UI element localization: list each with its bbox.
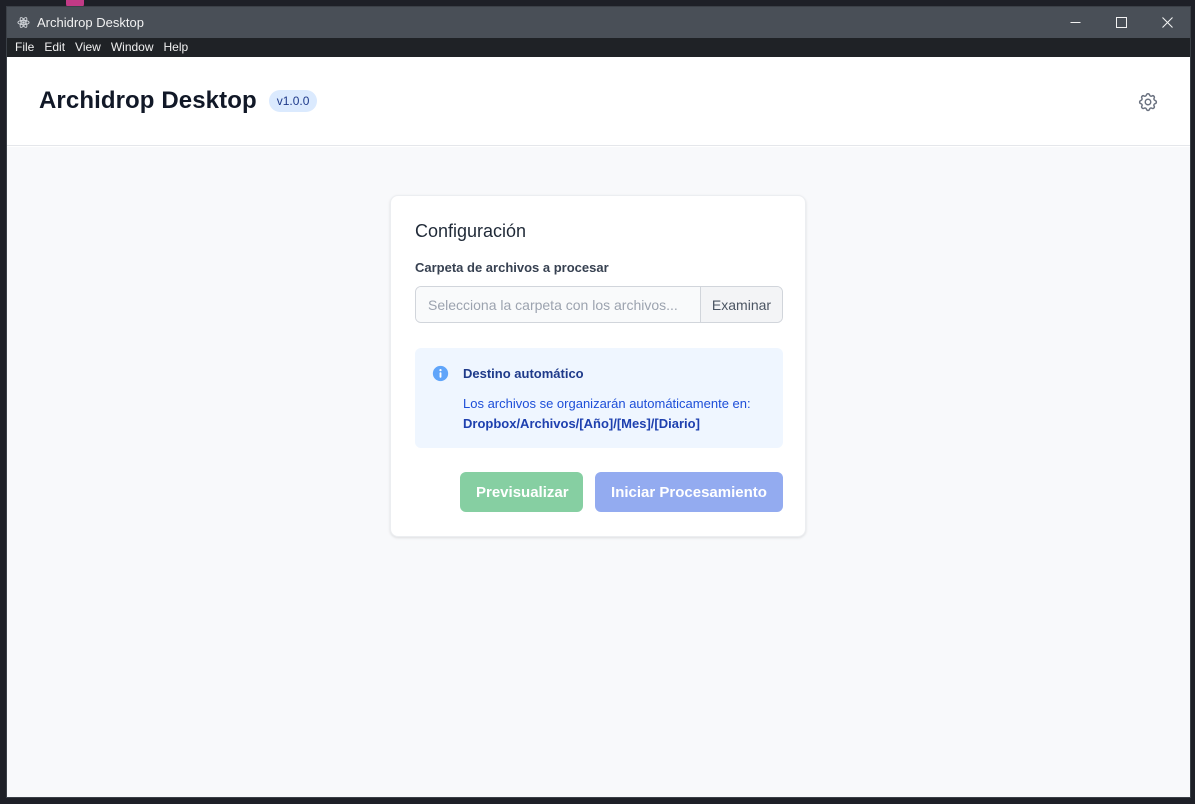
menu-help[interactable]: Help (159, 38, 194, 57)
maximize-button[interactable] (1098, 7, 1144, 38)
menu-edit[interactable]: Edit (39, 38, 70, 57)
action-buttons: Previsualizar Iniciar Procesamiento (415, 472, 783, 512)
menu-file[interactable]: File (10, 38, 39, 57)
menu-view[interactable]: View (70, 38, 106, 57)
start-processing-button[interactable]: Iniciar Procesamiento (595, 472, 783, 512)
card-title: Configuración (415, 221, 527, 241)
settings-button[interactable] (1136, 90, 1160, 114)
menu-bar: File Edit View Window Help (7, 38, 1190, 57)
destination-path: Dropbox/Archivos/[Año]/[Mes]/[Diario] (463, 416, 700, 431)
version-badge: v1.0.0 (268, 90, 318, 112)
folder-path-input[interactable] (416, 287, 700, 322)
configuration-card: Configuración Carpeta de archivos a proc… (390, 195, 806, 537)
folder-label: Carpeta de archivos a procesar (415, 260, 609, 275)
browse-button[interactable]: Examinar (700, 287, 782, 322)
minimize-button[interactable] (1052, 7, 1098, 38)
app-header: Archidrop Desktop v1.0.0 (7, 57, 1190, 146)
window-title: Archidrop Desktop (37, 15, 144, 30)
maximize-icon (1115, 17, 1127, 28)
page-title: Archidrop Desktop (39, 87, 257, 114)
close-window-button[interactable] (1144, 7, 1190, 38)
preview-button[interactable]: Previsualizar (460, 472, 583, 512)
window-controls (1052, 7, 1190, 38)
info-text: Los archivos se organizarán automáticame… (463, 396, 751, 411)
destination-info-box: Destino automático Los archivos se organ… (415, 348, 783, 448)
main-content: Configuración Carpeta de archivos a proc… (7, 147, 1190, 797)
minimize-icon (1070, 22, 1080, 23)
app-window: Archidrop Desktop File Edit View Window … (6, 6, 1191, 798)
folder-input-group: Examinar (415, 286, 783, 323)
info-icon (432, 365, 449, 382)
gear-icon (1138, 92, 1158, 112)
info-title: Destino automático (463, 366, 584, 381)
title-bar[interactable]: Archidrop Desktop (7, 7, 1190, 38)
menu-window[interactable]: Window (106, 38, 159, 57)
electron-app-icon (16, 16, 30, 30)
close-icon (1161, 17, 1173, 28)
